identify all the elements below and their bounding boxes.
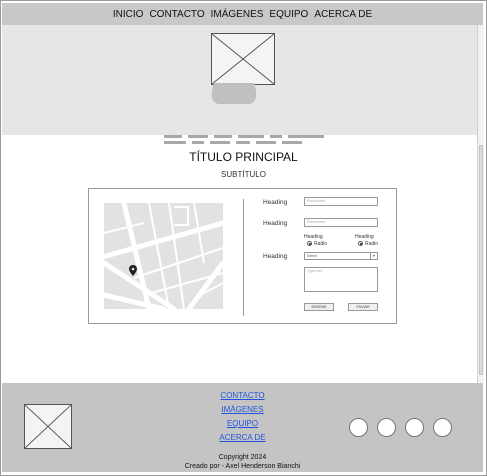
map-streets-icon [104, 203, 223, 309]
nav-item-acerca-de[interactable]: ACERCA DE [314, 9, 372, 20]
radio-button-1[interactable] [307, 241, 312, 246]
nav-item-contacto[interactable]: CONTACTO [149, 9, 204, 20]
nav-item-equipo[interactable]: EQUIPO [269, 9, 308, 20]
contact-card: Heading Placeholder Heading Placeholder … [88, 188, 397, 324]
credit-text: Creado por - Axel Henderson Bianchi [184, 463, 301, 470]
hero-banner [2, 25, 477, 144]
nav-item-inicio[interactable]: INICIO [113, 9, 144, 20]
social-icon-4[interactable] [433, 418, 452, 437]
social-icon-2[interactable] [377, 418, 396, 437]
social-icon-3[interactable] [405, 418, 424, 437]
radio-label-2: Radio [365, 241, 379, 247]
top-nav: INICIO CONTACTO IMÁGENES EQUIPO ACERCA D… [2, 3, 483, 25]
page-subtitle: SUBTÍTULO [221, 170, 266, 179]
footer-link-contacto[interactable]: CONTACTO [2, 391, 483, 405]
image-placeholder-icon [211, 33, 275, 85]
page-title: TÍTULO PRINCIPAL [189, 150, 298, 164]
footer-copyright: Copyright 2024 Creado por - Axel Henders… [2, 453, 483, 471]
copyright-text: Copyright 2024 [218, 454, 267, 461]
send-button[interactable]: ENVIAR [348, 303, 378, 311]
message-textarea[interactable]: Type here [304, 267, 378, 292]
map-view[interactable] [104, 203, 223, 309]
avatar-shape-icon [211, 83, 257, 104]
scrollbar-thumb[interactable] [479, 145, 483, 375]
text-input-1[interactable]: Placeholder [304, 197, 378, 206]
select-dropdown[interactable]: Select ▾ [304, 252, 378, 260]
radio-heading-1: Heading [304, 234, 323, 240]
map-pin-icon[interactable] [129, 265, 137, 276]
radio-button-2[interactable] [358, 241, 363, 246]
select-value: Select [307, 254, 317, 258]
nav-item-imagenes[interactable]: IMÁGENES [211, 9, 264, 20]
field-heading-2: Heading [263, 220, 288, 227]
field-heading-1: Heading [263, 199, 288, 206]
clear-button[interactable]: BORRAR [304, 303, 334, 311]
field-heading-3: Heading [263, 253, 288, 260]
footer: CONTACTO IMÁGENES EQUIPO ACERCA DE Copyr… [2, 383, 483, 472]
social-icon-1[interactable] [349, 418, 368, 437]
scrollbar[interactable] [477, 25, 484, 383]
vertical-divider [243, 199, 244, 316]
radio-heading-2: Heading [355, 234, 374, 240]
radio-label-1: Radio [314, 241, 328, 247]
text-input-2[interactable]: Placeholder [304, 218, 378, 227]
footer-link-imagenes[interactable]: IMÁGENES [2, 405, 483, 419]
chevron-down-icon: ▾ [370, 253, 377, 259]
